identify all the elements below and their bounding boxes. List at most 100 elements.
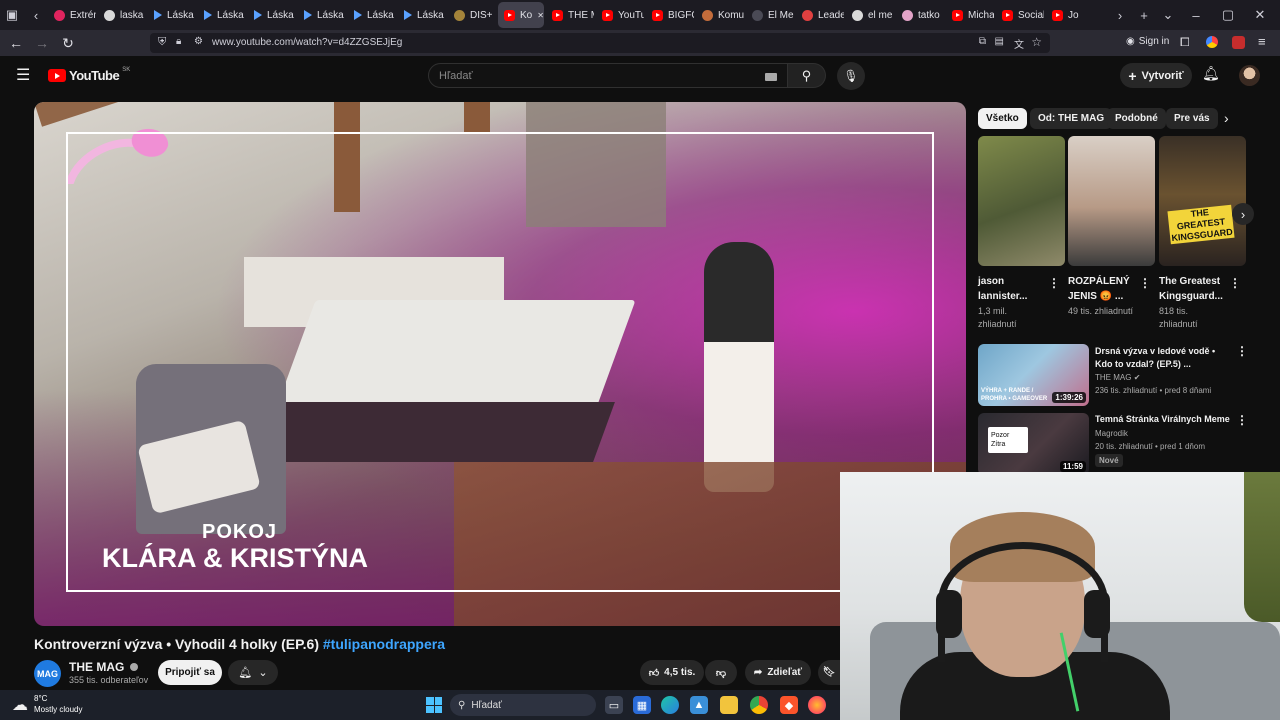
browser-tab[interactable]: Láska	[248, 2, 296, 28]
picture-in-picture-icon[interactable]: ⧉	[979, 36, 986, 47]
chrome-icon[interactable]	[750, 696, 768, 714]
close-tab-icon[interactable]: ✕	[537, 11, 544, 20]
related-1-more-icon[interactable]: ⋮	[1236, 344, 1248, 358]
window-maximize-icon[interactable]: ▢	[1216, 3, 1240, 27]
chip-related[interactable]: Podobné	[1107, 108, 1166, 129]
short-2-more-icon[interactable]: ⋮	[1139, 276, 1151, 290]
short-title-2[interactable]: ROZPÁLENÝ JENIS 😡 ...	[1068, 274, 1138, 304]
tab-overview-icon[interactable]: ▣	[0, 3, 24, 27]
like-button[interactable]: 👍︎ 4,5 tis.	[640, 660, 704, 685]
browser-tab[interactable]: Jo	[1046, 2, 1085, 28]
notification-settings-button[interactable]: 🔔︎ ⌄	[228, 660, 278, 685]
browser-tab[interactable]: Extrém	[48, 2, 96, 28]
voice-search-button[interactable]: 🎙︎	[837, 62, 865, 90]
reader-view-icon[interactable]: ▤	[995, 36, 1004, 47]
temperature[interactable]: 8°C	[34, 694, 47, 703]
browser-tab[interactable]: Leade	[796, 2, 844, 28]
channel-name-link[interactable]: THE MAG	[69, 660, 138, 674]
browser-tab[interactable]: El Mencho	[746, 2, 794, 28]
guide-menu-icon[interactable]: ☰	[16, 65, 30, 85]
share-button[interactable]: ➦ Zdieľať	[745, 660, 811, 685]
browser-tab[interactable]: DIS+	[448, 2, 496, 28]
short-3-more-icon[interactable]: ⋮	[1229, 276, 1241, 290]
keyboard-icon[interactable]	[765, 73, 777, 81]
search-input[interactable]: Hľadať	[428, 63, 788, 88]
search-button[interactable]: ⚲	[788, 63, 826, 88]
browser-tab[interactable]: Láska	[148, 2, 196, 28]
firefox-icon[interactable]	[808, 696, 826, 714]
short-thumbnail-3[interactable]: THE GREATEST KINGSGUARD	[1159, 136, 1246, 266]
short-title-1[interactable]: jason lannister...	[978, 274, 1048, 304]
browser-tab[interactable]: Láska	[298, 2, 346, 28]
shorts-next-arrow-icon[interactable]: ›	[1232, 203, 1254, 225]
dislike-button[interactable]: 👎︎	[705, 660, 737, 685]
short-title-3[interactable]: The Greatest Kingsguard...	[1159, 274, 1229, 304]
video-player[interactable]: POKOJ KLÁRA & KRISTÝNA	[34, 102, 966, 626]
short-thumbnail-2[interactable]	[1068, 136, 1155, 266]
browser-tab[interactable]: Social	[996, 2, 1044, 28]
tab-scroll-left-icon[interactable]: ‹	[24, 3, 48, 27]
browser-tab[interactable]: Micha	[946, 2, 994, 28]
related-title-1[interactable]: Drsná výzva v ledové vodě • Kdo to vzdal…	[1095, 345, 1235, 371]
weather-condition[interactable]: Mostly cloudy	[34, 705, 82, 714]
translate-icon[interactable]: 文	[1014, 36, 1024, 51]
new-tab-icon[interactable]: +	[1132, 3, 1156, 27]
chips-next-arrow-icon[interactable]: ›	[1224, 110, 1229, 126]
bookmark-star-icon[interactable]: ☆	[1031, 35, 1042, 49]
weather-icon[interactable]: ☁	[12, 695, 28, 715]
back-icon[interactable]: ←	[3, 30, 29, 56]
browser-tab[interactable]: el me	[846, 2, 894, 28]
edge-icon[interactable]	[661, 696, 679, 714]
browser-tab[interactable]: YouTu	[596, 2, 644, 28]
tab-scroll-right-icon[interactable]: ›	[1108, 3, 1132, 27]
forward-icon[interactable]: →	[29, 30, 55, 56]
lock-icon[interactable]: 🔒︎	[176, 36, 181, 47]
url-text[interactable]: www.youtube.com/watch?v=d4ZZGSEJjEg	[212, 37, 402, 48]
window-minimize-icon[interactable]: –	[1184, 3, 1208, 27]
tab-list-dropdown-icon[interactable]: ⌄	[1156, 3, 1180, 27]
browser-tab[interactable]: Komu	[696, 2, 744, 28]
file-explorer-icon[interactable]	[720, 696, 738, 714]
browser-tab[interactable]: Ko ✕	[498, 2, 544, 28]
extension-color-icon[interactable]	[1206, 36, 1218, 48]
related-thumbnail-1[interactable]: VÝHRA + RANDE / PROHRA • GAMEOVER 1:39:2…	[978, 344, 1089, 406]
brave-icon[interactable]: ◆	[780, 696, 798, 714]
taskbar-search-input[interactable]: ⚲ Hľadať	[450, 694, 596, 716]
short-thumbnail-1[interactable]	[978, 136, 1065, 266]
youtube-logo[interactable]: YouTube SK	[48, 67, 130, 83]
account-button[interactable]: ◉ Sign in	[1126, 36, 1169, 47]
related-thumbnail-2[interactable]: Pozor Zítra 11:59	[978, 413, 1089, 475]
browser-tab[interactable]: Láska	[398, 2, 446, 28]
chip-all[interactable]: Všetko	[978, 108, 1027, 129]
related-channel-2[interactable]: Magrodik	[1095, 428, 1128, 440]
task-view-icon[interactable]: ▭	[605, 696, 623, 714]
join-button[interactable]: Pripojiť sa	[158, 660, 222, 685]
notifications-bell-icon[interactable]: 🔔︎	[1202, 65, 1220, 82]
chip-from-channel[interactable]: Od: THE MAG	[1030, 108, 1113, 129]
permissions-icon[interactable]: ⚙	[194, 36, 203, 47]
related-channel-1[interactable]: THE MAG ✔	[1095, 372, 1140, 384]
browser-tab[interactable]: BIGFO	[646, 2, 694, 28]
browser-tab[interactable]: laska	[98, 2, 146, 28]
create-button[interactable]: + Vytvoriť	[1120, 63, 1192, 88]
photos-icon[interactable]: ▲	[690, 696, 708, 714]
related-2-more-icon[interactable]: ⋮	[1236, 413, 1248, 427]
store-icon[interactable]: ▦	[633, 696, 651, 714]
extensions-icon[interactable]: ⧠	[1180, 35, 1190, 50]
windows-start-icon[interactable]	[426, 697, 442, 713]
browser-menu-icon[interactable]: ≡	[1258, 34, 1266, 49]
browser-tab[interactable]: THE M	[546, 2, 594, 28]
extension-badge-icon[interactable]	[1232, 36, 1245, 49]
browser-tab[interactable]: Láska	[348, 2, 396, 28]
browser-tab[interactable]: Láska	[198, 2, 246, 28]
reload-icon[interactable]: ↻	[55, 30, 81, 56]
video-hashtag-link[interactable]: #tulipanodrappera	[323, 636, 445, 652]
tracking-shield-icon[interactable]: ⛨	[158, 36, 166, 49]
short-1-more-icon[interactable]: ⋮	[1048, 276, 1060, 290]
related-title-2[interactable]: Temná Stránka Virálnych Meme	[1095, 413, 1235, 426]
window-close-icon[interactable]: ✕	[1248, 3, 1272, 27]
chip-for-you[interactable]: Pre vás	[1166, 108, 1218, 129]
avatar[interactable]	[1239, 65, 1260, 86]
address-bar[interactable]: ⛨ 🔒︎ ⚙ www.youtube.com/watch?v=d4ZZGSEJj…	[150, 33, 1050, 53]
channel-avatar[interactable]: MAG	[34, 660, 61, 687]
